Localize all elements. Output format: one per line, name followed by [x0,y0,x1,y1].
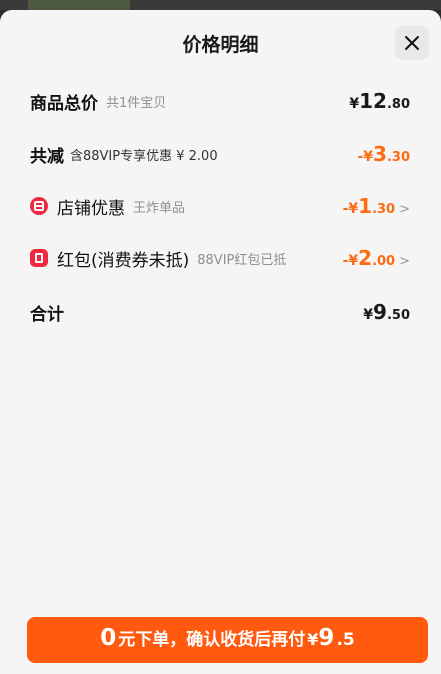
place-order-button[interactable]: 0 元下单，确认收货后再付 ¥ 9 .5 [27,617,428,663]
red-packet-row[interactable]: 红包(消费券未抵) 88VIP红包已抵 -¥ 2 .00 > [30,243,410,273]
total-reduce-label: 共减 [30,146,64,167]
cta-amount-integer: 9 [318,625,335,651]
background-image [28,0,130,10]
cta-zero: 0 [100,625,117,651]
vip-discount-note: 含88VIP专享优惠 ¥ 2.00 [70,148,218,164]
shop-discount-amount: -¥ 1 .30 > [343,194,410,218]
total-amount: ¥ 9 .50 [363,300,410,324]
amount-decimal: .30 [386,150,410,165]
amount-decimal: .00 [372,254,396,269]
cta-currency: ¥ [307,630,319,649]
total-reduce-row: 共减 含88VIP专享优惠 ¥ 2.00 -¥ 3 .30 [30,139,410,169]
shop-discount-row[interactable]: 店铺优惠 王炸单品 -¥ 1 .30 > [30,191,410,221]
amount-integer: 2 [358,246,373,270]
chevron-right-icon: > [399,254,410,269]
shop-discount-label: 店铺优惠 [57,198,125,219]
amount-decimal: .30 [372,202,396,217]
total-row: 合计 ¥ 9 .50 [30,297,410,327]
amount-integer: 9 [373,300,387,324]
shop-discount-icon [30,197,48,215]
goods-total-amount: ¥ 12 .80 [349,89,410,113]
amount-integer: 3 [373,142,387,166]
close-icon [405,36,419,50]
goods-count: 共1件宝贝 [106,95,167,111]
currency-symbol: ¥ [363,307,374,323]
amount-integer: 12 [359,89,387,113]
goods-total-label: 商品总价 [30,93,98,114]
chevron-right-icon: > [399,202,410,217]
red-packet-icon [30,249,48,267]
currency-symbol: -¥ [357,149,374,165]
cta-amount-decimal: .5 [336,630,355,650]
red-packet-note: 88VIP红包已抵 [197,252,287,268]
close-button[interactable] [395,26,429,60]
currency-symbol: ¥ [349,96,360,112]
red-packet-label: 红包(消费券未抵) [57,250,190,271]
currency-symbol: -¥ [342,201,359,217]
total-label: 合计 [30,304,64,325]
price-detail-sheet: 价格明细 商品总价 共1件宝贝 ¥ 12 .80 共减 含88VIP专享优惠 ¥… [0,10,441,674]
amount-decimal: .80 [386,97,410,112]
total-reduce-amount: -¥ 3 .30 [357,142,410,166]
red-packet-amount: -¥ 2 .00 > [343,246,410,270]
cta-text: 元下单，确认收货后再付 [118,630,306,650]
amount-integer: 1 [358,194,373,218]
shop-discount-note: 王炸单品 [133,200,186,216]
currency-symbol: -¥ [342,253,359,269]
sheet-title: 价格明细 [182,34,259,56]
amount-decimal: .50 [386,308,410,323]
goods-total-row: 商品总价 共1件宝贝 ¥ 12 .80 [30,86,410,116]
